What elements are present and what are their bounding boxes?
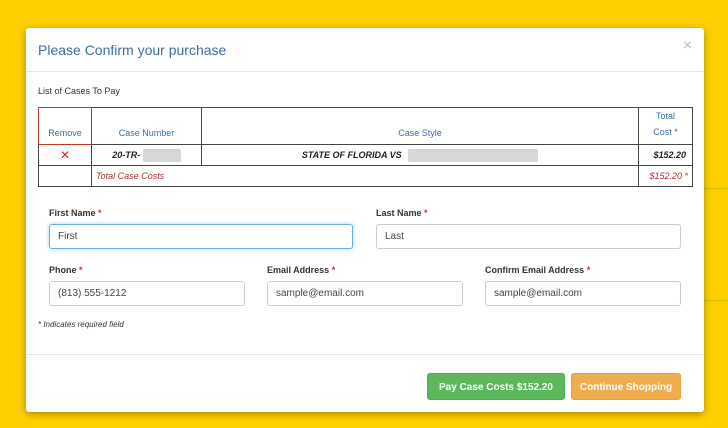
- confirm-purchase-modal: Please Confirm your purchase × List of C…: [26, 28, 704, 412]
- last-name-label: Last Name *: [376, 208, 428, 218]
- table-header-row: Remove Case Number Case Style Total Cost…: [38, 107, 693, 145]
- header-total-cost-line1: Total: [655, 111, 675, 121]
- header-remove: Remove: [38, 107, 92, 145]
- backdrop-line: [704, 188, 728, 189]
- pay-case-costs-button[interactable]: Pay Case Costs $152.20: [427, 373, 565, 400]
- case-style-cell: STATE OF FLORIDA VS: [201, 144, 639, 166]
- footer-divider: [26, 354, 704, 355]
- backdrop-line: [704, 300, 728, 301]
- case-number: 20-TR-: [112, 149, 141, 160]
- total-value: $152.20 *: [638, 165, 693, 187]
- total-empty-cell: [38, 165, 92, 187]
- header-case-style: Case Style: [201, 107, 639, 145]
- required-field-note: * Indicates required field: [38, 320, 124, 329]
- case-cost: $152.20: [638, 144, 693, 166]
- first-name-label: First Name *: [49, 208, 102, 218]
- email-label: Email Address *: [267, 265, 336, 275]
- required-marker: *: [586, 265, 591, 275]
- case-style: STATE OF FLORIDA VS: [301, 149, 402, 160]
- required-marker: *: [331, 265, 336, 275]
- email-field[interactable]: sample@email.com: [267, 281, 463, 306]
- remove-cell: ✕: [38, 144, 92, 166]
- continue-shopping-button[interactable]: Continue Shopping: [571, 373, 681, 400]
- header-case-number: Case Number: [91, 107, 202, 145]
- required-marker: *: [98, 208, 102, 218]
- phone-label: Phone *: [49, 265, 83, 275]
- header-total-cost: Total Cost *: [638, 107, 693, 145]
- last-name-field[interactable]: Last: [376, 224, 681, 249]
- remove-icon[interactable]: ✕: [60, 148, 70, 162]
- phone-field[interactable]: (813) 555-1212: [49, 281, 245, 306]
- modal-title: Please Confirm your purchase: [38, 42, 227, 58]
- header-total-cost-line2: Cost *: [653, 127, 678, 137]
- case-number-cell: 20-TR-: [91, 144, 202, 166]
- cases-table: Remove Case Number Case Style Total Cost…: [38, 107, 693, 187]
- modal-header: Please Confirm your purchase ×: [26, 28, 704, 72]
- redacted-case-style: [408, 148, 539, 162]
- first-name-field[interactable]: First: [49, 224, 353, 249]
- close-button[interactable]: ×: [683, 37, 692, 55]
- redacted-case-number: [142, 148, 181, 162]
- total-row: Total Case Costs $152.20 *: [38, 165, 693, 187]
- required-marker: *: [79, 265, 83, 275]
- required-marker: *: [424, 208, 428, 218]
- cases-list-title: List of Cases To Pay: [38, 86, 120, 96]
- confirm-email-field[interactable]: sample@email.com: [485, 281, 681, 306]
- total-label: Total Case Costs: [91, 165, 639, 187]
- confirm-email-label: Confirm Email Address *: [485, 265, 591, 275]
- table-row: ✕ 20-TR- STATE OF FLORIDA VS $152.20: [38, 144, 693, 166]
